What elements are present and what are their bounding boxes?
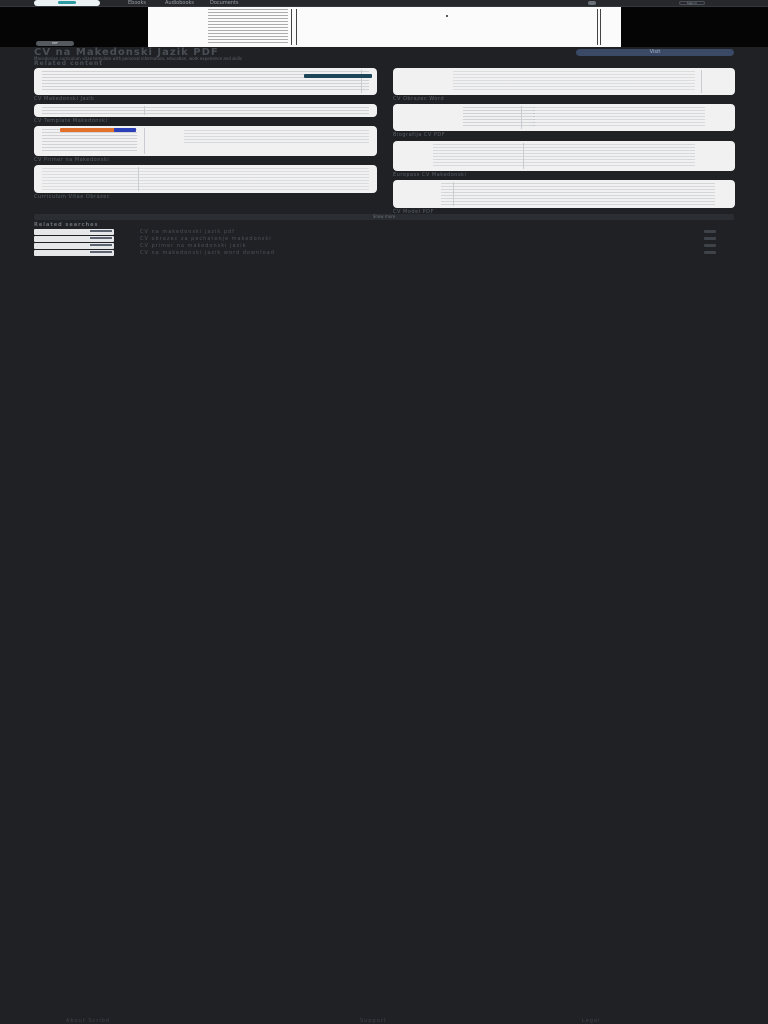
related-card[interactable] [34, 126, 377, 156]
footer-link-about[interactable]: About Scribd [66, 1018, 110, 1024]
show-more-button[interactable]: Show more [34, 214, 734, 220]
related-card[interactable] [393, 104, 735, 131]
list-item[interactable]: CV na makedonski jazik pdf [34, 229, 734, 235]
card-preview [533, 107, 705, 128]
visit-button[interactable]: Visit [576, 49, 734, 56]
card-preview [42, 129, 137, 153]
preview-mark [446, 15, 448, 17]
card-rule [138, 167, 139, 191]
arrow-icon[interactable] [704, 230, 716, 233]
card-rule [144, 106, 145, 115]
document-preview[interactable] [148, 7, 621, 47]
footer-link-support[interactable]: Support [360, 1018, 387, 1024]
card-preview [453, 71, 695, 92]
card-title[interactable]: CV Obrazec Word [393, 96, 735, 102]
arrow-icon[interactable] [704, 244, 716, 247]
top-navigation: Ebooks Audiobooks Documents Sign in [0, 0, 768, 7]
nav-link-documents[interactable]: Documents [210, 0, 239, 6]
list-item[interactable]: CV obrazec za pechatenje makedonski [34, 236, 734, 242]
related-card[interactable] [393, 141, 735, 171]
card-preview [42, 168, 369, 190]
signin-button[interactable]: Sign in [679, 1, 705, 5]
card-rule [144, 128, 145, 154]
preview-rule [291, 9, 292, 45]
related-card[interactable] [34, 104, 377, 117]
list-item[interactable]: CV primer na makedonski jazik [34, 243, 734, 249]
document-hero: PDF [0, 7, 768, 47]
card-preview [184, 130, 369, 144]
file-type-badge: PDF [36, 41, 74, 46]
card-rule [521, 106, 522, 129]
related-content-heading: Related content [34, 60, 104, 67]
preview-rule [296, 9, 297, 45]
card-highlight [304, 74, 372, 78]
settings-icon[interactable] [588, 1, 596, 5]
preview-text-column [208, 9, 288, 45]
card-rule [701, 70, 702, 93]
nav-link-audiobooks[interactable]: Audiobooks [165, 0, 194, 6]
card-title[interactable]: CV Template Makedonski [34, 118, 377, 124]
footer-link-legal[interactable]: Legal [582, 1018, 600, 1024]
arrow-icon[interactable] [704, 237, 716, 240]
related-link[interactable]: CV primer na makedonski jazik [140, 243, 247, 249]
related-thumbnail [34, 243, 114, 249]
card-title[interactable]: Biografija CV PDF [393, 132, 735, 138]
card-highlight [114, 128, 136, 132]
related-thumbnail [34, 236, 114, 242]
card-rule [523, 143, 524, 169]
related-card[interactable] [34, 165, 377, 193]
card-preview [433, 144, 695, 168]
brand-logo[interactable] [34, 0, 100, 6]
card-preview [441, 183, 715, 205]
related-link[interactable]: CV obrazec za pechatenje makedonski [140, 236, 272, 242]
list-item[interactable]: CV na makedonski jazik word download [34, 250, 734, 256]
arrow-icon[interactable] [704, 251, 716, 254]
related-searches-heading: Related searches [34, 222, 99, 228]
preview-rule [597, 9, 598, 45]
related-card[interactable] [393, 180, 735, 208]
nav-link-ebooks[interactable]: Ebooks [128, 0, 146, 6]
related-thumbnail [34, 250, 114, 256]
related-thumbnail [34, 229, 114, 235]
card-title[interactable]: Europass CV Makedonski [393, 172, 735, 178]
card-title[interactable]: CV Primer na Makedonski [34, 157, 377, 163]
related-link[interactable]: CV na makedonski jazik pdf [140, 229, 235, 235]
related-card[interactable] [393, 68, 735, 95]
card-title[interactable]: CV Makedonski Jazik [34, 96, 377, 102]
card-rule [453, 182, 454, 206]
related-link[interactable]: CV na makedonski jazik word download [140, 250, 275, 256]
card-preview [42, 107, 369, 114]
card-preview [463, 107, 535, 128]
card-title[interactable]: Curriculum Vitae Obrazec [34, 194, 377, 200]
related-card[interactable] [34, 68, 377, 95]
preview-rule [600, 9, 601, 45]
